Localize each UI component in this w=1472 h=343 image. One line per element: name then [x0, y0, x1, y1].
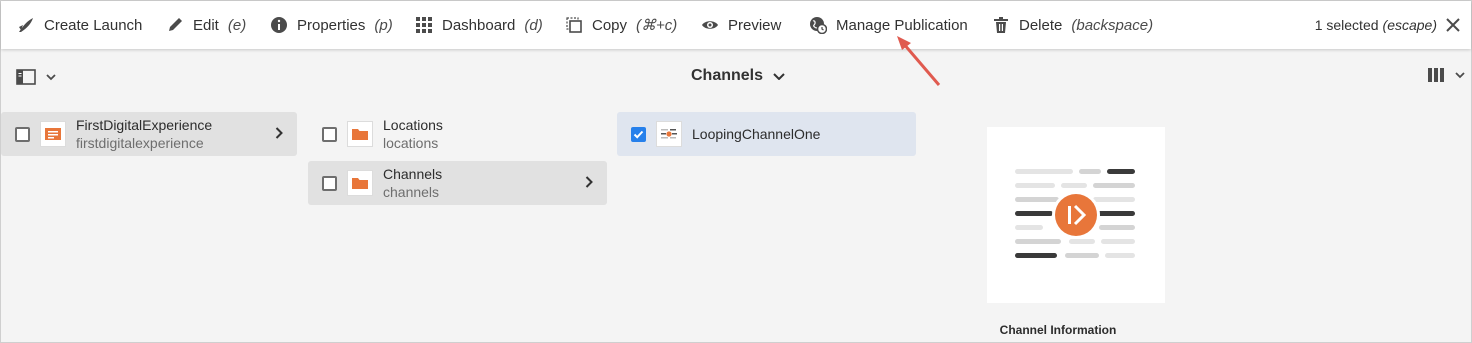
- eye-icon: [702, 21, 718, 29]
- rail-toggle-button[interactable]: [16, 69, 56, 85]
- channel-icon: [661, 129, 677, 139]
- close-icon[interactable]: [1443, 15, 1463, 35]
- item-subtitle: channels: [383, 184, 440, 200]
- create-launch-button[interactable]: Create Launch: [17, 1, 142, 49]
- selection-count: 1 selected: [1314, 17, 1379, 33]
- view-switcher-button[interactable]: [1427, 67, 1465, 83]
- edit-label: Edit: [193, 16, 219, 34]
- manage-publication-label: Manage Publication: [836, 16, 968, 34]
- channel-preview-illustration: [1015, 169, 1135, 258]
- chevron-down-icon: [1455, 72, 1465, 79]
- item-thumbnail: [40, 121, 66, 147]
- item-checkbox[interactable]: [322, 175, 337, 191]
- item-checkbox[interactable]: [322, 126, 337, 142]
- column-item-loopingchannelone[interactable]: LoopingChannelOne: [617, 112, 916, 156]
- properties-label: Properties: [297, 16, 366, 34]
- column-view-workspace: Channels FirstDigitalExperience firstdig…: [1, 49, 1471, 342]
- delete-label: Delete: [1019, 16, 1063, 34]
- experience-folder-icon: [45, 128, 61, 140]
- launch-icon: [19, 18, 33, 32]
- item-title: FirstDigitalExperience: [76, 117, 213, 133]
- edit-shortcut: (e): [227, 16, 247, 34]
- title-bar: Channels: [1, 49, 1471, 105]
- delete-button[interactable]: Delete (backspace): [992, 1, 1153, 49]
- dashboard-label: Dashboard: [442, 16, 516, 34]
- column-item-channels[interactable]: Channels channels: [308, 161, 607, 205]
- copy-label: Copy: [592, 16, 628, 34]
- pencil-icon: [169, 18, 182, 31]
- preview-caption: Channel Information: [999, 323, 1117, 337]
- copy-icon: [566, 17, 582, 33]
- trash-icon: [994, 17, 1008, 33]
- item-checkbox[interactable]: [15, 126, 30, 142]
- breadcrumb-title: Channels: [691, 67, 764, 84]
- selection-shortcut: (escape): [1382, 17, 1437, 33]
- copy-shortcut: (⌘+c): [636, 17, 678, 34]
- create-launch-label: Create Launch: [44, 16, 143, 34]
- globe-clock-icon: [810, 17, 827, 34]
- item-checkbox-checked[interactable]: [631, 126, 646, 142]
- copy-button[interactable]: Copy (⌘+c): [565, 1, 677, 49]
- properties-button[interactable]: Properties (p): [270, 1, 393, 49]
- column-item-firstdigitalexperience[interactable]: FirstDigitalExperience firstdigitalexper…: [1, 112, 297, 156]
- delete-shortcut: (backspace): [1071, 16, 1154, 34]
- channel-preview-thumbnail: [987, 127, 1165, 303]
- item-title: Channels: [383, 166, 443, 182]
- edit-button[interactable]: Edit (e): [166, 1, 246, 49]
- dashboard-grid-icon: [416, 17, 432, 33]
- item-subtitle: firstdigitalexperience: [76, 135, 204, 151]
- item-title: LoopingChannelOne: [692, 126, 821, 142]
- chevron-right-icon: [275, 127, 283, 139]
- preview-label: Preview: [728, 16, 782, 34]
- dashboard-button[interactable]: Dashboard (d): [415, 1, 543, 49]
- column-view-icon: [1428, 68, 1444, 82]
- selection-info: 1 selected (escape): [1315, 1, 1437, 49]
- item-title: Locations: [383, 117, 443, 133]
- dashboard-shortcut: (d): [524, 16, 543, 34]
- info-icon: [271, 17, 287, 33]
- checkmark-icon: [633, 130, 644, 139]
- chevron-down-icon: [46, 74, 56, 81]
- action-bar: Create Launch Edit (e) Properties (p) Da…: [1, 1, 1471, 49]
- properties-shortcut: (p): [374, 16, 393, 34]
- chevron-right-icon: [585, 176, 593, 188]
- breadcrumb[interactable]: Channels: [691, 67, 785, 85]
- column-item-locations[interactable]: Locations locations: [308, 112, 607, 156]
- preview-button[interactable]: Preview: [701, 1, 781, 49]
- item-subtitle: locations: [383, 135, 439, 151]
- folder-icon: [352, 129, 368, 140]
- item-thumbnail: [656, 121, 682, 147]
- annotation-arrow: [897, 36, 941, 86]
- item-thumbnail: [347, 121, 373, 147]
- item-thumbnail: [347, 170, 373, 196]
- chevron-down-icon: [773, 73, 785, 80]
- folder-icon: [352, 178, 368, 189]
- side-panel-icon: [16, 69, 36, 85]
